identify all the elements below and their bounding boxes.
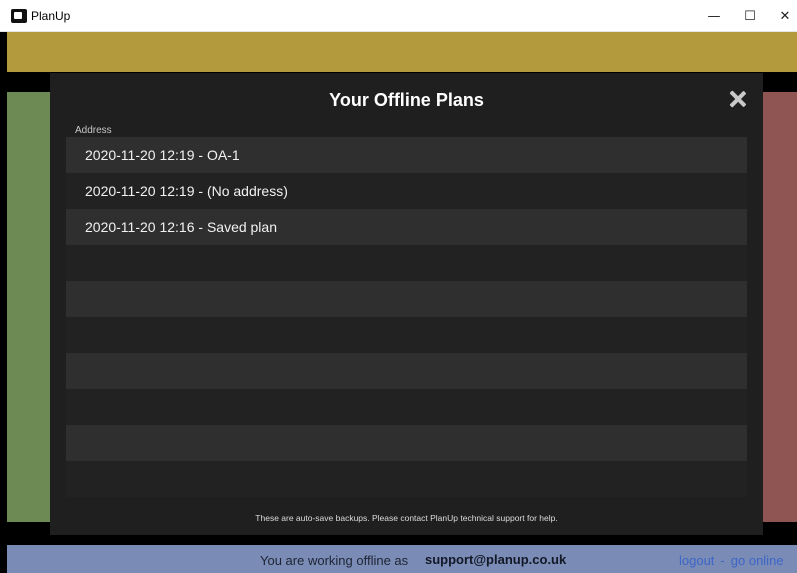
planup-app-icon [11,9,27,23]
offline-plans-list: 2020-11-20 12:19 - OA-1 2020-11-20 12:19… [66,137,747,497]
right-panel-band [763,92,797,522]
offline-status-bar: You are working offline as support@planu… [7,545,797,573]
dialog-footer-note: These are auto-save backups. Please cont… [255,513,558,523]
window-close-button[interactable]: ✕ [762,0,797,32]
link-separator: - [720,553,725,568]
plan-row-empty [66,425,747,461]
dialog-title: Your Offline Plans [329,90,484,110]
top-toolbar-band [7,32,797,72]
user-email: support@planup.co.uk [425,552,567,567]
logout-link[interactable]: logout [679,553,714,568]
plan-row-empty [66,245,747,281]
left-panel-band [7,92,52,522]
plan-row[interactable]: 2020-11-20 12:16 - Saved plan [66,209,747,245]
go-online-link[interactable]: go online [731,553,784,568]
plan-row[interactable]: 2020-11-20 12:19 - OA-1 [66,137,747,173]
close-icon[interactable] [727,88,749,110]
plan-row[interactable]: 2020-11-20 12:19 - (No address) [66,173,747,209]
address-column-header: Address [75,125,112,136]
plan-row-empty [66,353,747,389]
plan-row-empty [66,281,747,317]
offline-status-text: You are working offline as [260,553,409,568]
window-title: PlanUp [31,9,71,23]
plan-row-empty [66,389,747,425]
window-titlebar: PlanUp — ☐ ✕ [0,0,797,32]
plan-row-empty [66,317,747,353]
offline-plans-dialog: Your Offline Plans Address 2020-11-20 12… [50,73,763,535]
plan-row-empty [66,461,747,497]
status-links: logout - go online [679,553,784,568]
